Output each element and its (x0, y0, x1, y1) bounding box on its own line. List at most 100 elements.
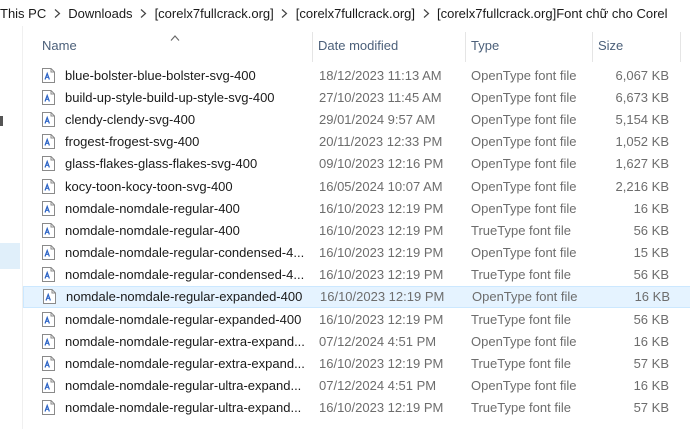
file-type: OpenType font file (471, 378, 577, 394)
nav-pane-selected-item[interactable] (0, 243, 20, 269)
file-type: OpenType font file (471, 134, 577, 150)
breadcrumb-item-folder-2[interactable]: [corelx7fullcrack.org] (292, 6, 419, 21)
font-file-icon (42, 153, 58, 175)
breadcrumb: This PC Downloads [corelx7fullcrack.org]… (0, 0, 700, 26)
breadcrumb-item-current-folder[interactable]: [corelx7fullcrack.org]Font chữ cho Corel (433, 6, 672, 21)
file-row[interactable]: kocy-toon-kocy-toon-svg-400 16/05/2024 10… (23, 175, 700, 197)
file-type: OpenType font file (472, 289, 578, 305)
file-name: nomdale-nomdale-regular-condensed-4... (65, 245, 305, 261)
file-row[interactable]: frogest-frogest-svg-400 20/11/2023 12:33 … (23, 131, 700, 153)
file-size: 1,627 KB (615, 156, 670, 172)
file-size: 57 KB (633, 400, 669, 416)
column-resize-handle[interactable] (312, 32, 313, 62)
file-name: blue-bolster-blue-bolster-svg-400 (65, 67, 256, 83)
column-header-date-modified[interactable]: Date modified (318, 26, 463, 64)
file-name: frogest-frogest-svg-400 (65, 134, 200, 150)
file-row[interactable]: blue-bolster-blue-bolster-svg-400 18/12/2… (23, 64, 700, 86)
font-file-icon (42, 311, 55, 327)
file-date-modified: 07/12/2024 4:51 PM (319, 378, 437, 394)
file-size: 16 KB (634, 289, 670, 305)
column-resize-handle[interactable] (680, 32, 681, 62)
file-type: OpenType font file (471, 111, 577, 127)
file-size: 56 KB (633, 267, 669, 283)
navigation-pane[interactable] (0, 26, 22, 429)
file-row[interactable]: glass-flakes-glass-flakes-svg-400 09/10/2… (23, 153, 700, 175)
file-type: TrueType font file (471, 400, 571, 416)
file-name: nomdale-nomdale-regular-extra-expand... (65, 356, 305, 372)
column-header-type[interactable]: Type (471, 26, 591, 64)
file-name: glass-flakes-glass-flakes-svg-400 (65, 156, 258, 172)
file-type: TrueType font file (471, 222, 571, 238)
column-resize-handle[interactable] (465, 32, 466, 62)
file-size: 57 KB (633, 356, 669, 372)
column-header-name[interactable]: Name (42, 26, 312, 64)
file-size: 5,154 KB (615, 111, 670, 127)
font-file-icon (42, 86, 58, 108)
file-name: nomdale-nomdale-regular-expanded-400 (65, 311, 302, 327)
font-file-icon (43, 287, 59, 307)
chevron-right-icon[interactable] (50, 8, 64, 18)
font-file-icon (42, 219, 58, 241)
file-size: 6,673 KB (615, 89, 670, 105)
file-date-modified: 07/12/2024 4:51 PM (319, 333, 437, 349)
chevron-right-icon[interactable] (137, 8, 151, 18)
file-type: OpenType font file (471, 245, 577, 261)
file-row[interactable]: nomdale-nomdale-regular-ultra-expand... 0… (23, 375, 700, 397)
chevron-right-icon[interactable] (419, 8, 433, 18)
file-name: nomdale-nomdale-regular-condensed-4... (65, 267, 305, 283)
font-file-icon (42, 308, 58, 330)
file-date-modified: 16/10/2023 12:19 PM (319, 311, 444, 327)
font-file-icon (42, 375, 58, 397)
breadcrumb-item-folder-1[interactable]: [corelx7fullcrack.org] (151, 6, 278, 21)
font-file-icon (42, 333, 55, 349)
file-row[interactable]: nomdale-nomdale-regular-expanded-400 16/1… (23, 285, 700, 309)
file-row[interactable]: nomdale-nomdale-regular-extra-expand... 1… (23, 352, 700, 374)
column-resize-handle[interactable] (592, 32, 593, 62)
file-type: OpenType font file (471, 156, 577, 172)
font-file-icon (42, 67, 55, 83)
column-header-size[interactable]: Size (598, 26, 698, 64)
file-type: TrueType font file (471, 267, 571, 283)
file-type: OpenType font file (471, 333, 577, 349)
file-row[interactable]: nomdale-nomdale-regular-ultra-expand... 1… (23, 397, 700, 419)
file-row[interactable]: build-up-style-build-up-style-svg-400 27/… (23, 86, 700, 108)
file-row[interactable]: nomdale-nomdale-regular-extra-expand... 0… (23, 330, 700, 352)
nav-pane-mark (0, 116, 3, 126)
file-row[interactable]: nomdale-nomdale-regular-condensed-4... 16… (23, 242, 700, 264)
file-size: 1,052 KB (615, 134, 670, 150)
file-row[interactable]: clendy-clendy-svg-400 29/01/2024 9:57 AM O… (23, 108, 700, 130)
file-row[interactable]: nomdale-nomdale-regular-condensed-4... 16… (23, 264, 700, 286)
file-date-modified: 16/10/2023 12:19 PM (319, 245, 444, 261)
file-size: 56 KB (633, 222, 669, 238)
font-file-icon (42, 111, 55, 127)
chevron-right-icon[interactable] (278, 8, 292, 18)
file-row[interactable]: nomdale-nomdale-regular-400 16/10/2023 12… (23, 197, 700, 219)
vertical-scrollbar[interactable] (690, 26, 700, 429)
file-row[interactable]: nomdale-nomdale-regular-expanded-400 16/1… (23, 308, 700, 330)
file-name: nomdale-nomdale-regular-400 (65, 200, 240, 216)
file-size: 16 KB (633, 200, 669, 216)
file-type: TrueType font file (471, 356, 571, 372)
file-date-modified: 16/10/2023 12:19 PM (319, 400, 444, 416)
file-row[interactable]: nomdale-nomdale-regular-400 16/10/2023 12… (23, 219, 700, 241)
file-name: nomdale-nomdale-regular-ultra-expand... (65, 378, 302, 394)
breadcrumb-item-this-pc[interactable]: This PC (0, 6, 50, 21)
file-size: 6,067 KB (615, 67, 670, 83)
font-file-icon (42, 378, 55, 394)
file-date-modified: 16/10/2023 12:19 PM (319, 200, 444, 216)
font-file-icon (42, 397, 58, 419)
font-file-icon (42, 330, 58, 352)
file-type: TrueType font file (471, 311, 571, 327)
file-list: blue-bolster-blue-bolster-svg-400 18/12/2… (23, 64, 700, 419)
font-file-icon (42, 267, 55, 283)
breadcrumb-item-downloads[interactable]: Downloads (64, 6, 136, 21)
font-file-icon (42, 352, 58, 374)
font-file-icon (42, 222, 55, 238)
file-name: nomdale-nomdale-regular-400 (65, 222, 240, 238)
file-date-modified: 16/10/2023 12:19 PM (319, 222, 444, 238)
file-size: 16 KB (633, 333, 669, 349)
file-size: 16 KB (633, 378, 669, 394)
file-name: nomdale-nomdale-regular-ultra-expand... (65, 400, 302, 416)
font-file-icon (42, 178, 55, 194)
file-size: 56 KB (633, 311, 669, 327)
